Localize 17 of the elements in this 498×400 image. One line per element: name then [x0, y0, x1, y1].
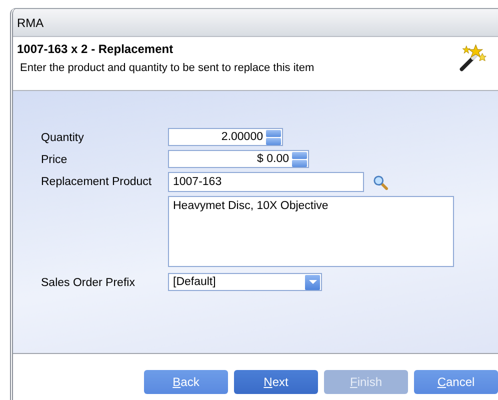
- field-label: Sales Order Prefix: [41, 276, 136, 289]
- window-title: RMA: [17, 16, 44, 30]
- search-icon[interactable]: [373, 175, 388, 190]
- spinner-icon[interactable]: [292, 152, 307, 166]
- step-title: 1007-163 x 2 - Replacement: [17, 42, 174, 56]
- field-label: Replacement Product: [41, 175, 153, 188]
- price-field[interactable]: $ 0.00: [168, 150, 309, 168]
- next-button[interactable]: Next: [234, 370, 318, 394]
- spinner-icon[interactable]: [266, 130, 281, 144]
- field-label: Quantity: [41, 131, 85, 144]
- step-description: Enter the product and quantity to be sent to replace this item: [19, 62, 314, 74]
- field-label: Price: [41, 153, 68, 166]
- product-field[interactable]: 1007-163: [168, 172, 364, 192]
- prefix-dropdown[interactable]: [Default]: [168, 273, 322, 291]
- description-field[interactable]: Heavymet Disc, 10X Objective: [168, 196, 454, 267]
- magic-wand-icon: [457, 43, 487, 73]
- quantity-field[interactable]: 2.00000: [168, 128, 283, 146]
